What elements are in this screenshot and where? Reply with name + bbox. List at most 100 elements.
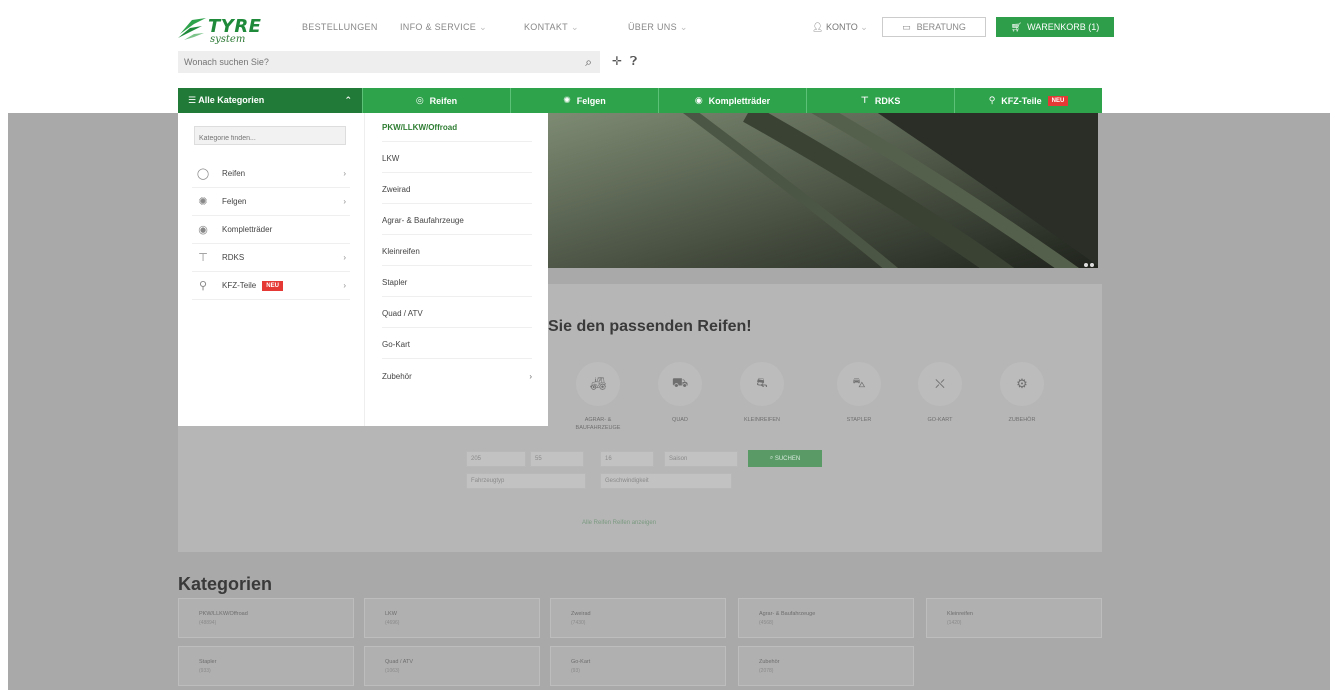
vehicle-label: AGRAR- & BAUFAHRZEUGE (575, 417, 621, 431)
category-nav-felgen[interactable]: ✺ Felgen (511, 88, 659, 113)
hero-banner[interactable] (548, 113, 1098, 268)
dropdown-item-reifen[interactable]: ◯ Reifen › (192, 160, 350, 188)
subcategory-kleinreifen[interactable]: Kleinreifen (382, 238, 532, 266)
rim-icon: ✺ (198, 196, 208, 208)
subcategory-gokart[interactable]: Go-Kart (382, 331, 532, 359)
chevron-down-icon: ⌄ (479, 22, 487, 32)
chevron-down-icon: ⌄ (570, 22, 579, 32)
accessory-icon: ⚙︎ (1016, 376, 1028, 391)
category-card[interactable]: Zweirad (7430) (550, 598, 726, 638)
cart-icon: 🛒︎ (1010, 21, 1023, 32)
speed-select[interactable]: Geschwindigkeit (600, 473, 732, 489)
subcategory-zweirad[interactable]: Zweirad (382, 176, 532, 204)
category-card[interactable]: LKW (4696) (364, 598, 540, 638)
dropdown-item-komplettraeder[interactable]: ◉ Kompletträder (192, 216, 350, 244)
rim-icon: ✺ (563, 95, 571, 105)
hero-tire-image (548, 113, 1098, 268)
vehicle-agrar[interactable]: 🚜︎ (576, 362, 620, 406)
category-card[interactable]: Zubehör (2078) (738, 646, 914, 686)
search-bar: ⌕ (178, 51, 600, 73)
new-badge: NEU (1047, 95, 1069, 106)
nav-ueber-uns[interactable]: ÜBER UNS ⌄ (628, 22, 688, 33)
category-card[interactable]: Go-Kart (93) (550, 646, 726, 686)
vehicle-stapler[interactable]: ⛍ (837, 362, 881, 406)
subcategory-zubehoer[interactable]: Zubehör › (382, 362, 532, 390)
konto-link[interactable]: 👤︎ KONTO ⌄ (812, 22, 868, 33)
brand-logo[interactable]: TYRE system (178, 14, 274, 45)
help-icon[interactable]: ❓︎ (630, 54, 637, 69)
chevron-up-icon: ⌃ (344, 95, 352, 105)
subcategory-agrar[interactable]: Agrar- & Baufahrzeuge (382, 207, 532, 235)
subcategory-stapler[interactable]: Stapler (382, 269, 532, 297)
category-card[interactable]: Agrar- & Baufahrzeuge (4568) (738, 598, 914, 638)
subcategory-pkw[interactable]: PKW/LLKW/Offroad (382, 114, 532, 142)
vehicletype-select[interactable]: Fahrzeugtyp (466, 473, 586, 489)
rim-select[interactable]: 16 (600, 451, 654, 467)
parts-icon: ⚲ (198, 280, 208, 292)
category-card[interactable]: Kleinreifen (1420) (926, 598, 1102, 638)
user-icon: 👤︎ (812, 22, 826, 32)
chat-icon: ▭ (902, 21, 911, 32)
subcategory-lkw[interactable]: LKW (382, 145, 532, 173)
category-nav-reifen[interactable]: ◎ Reifen (363, 88, 511, 113)
chevron-right-icon: › (343, 197, 346, 206)
category-search-input[interactable] (195, 130, 345, 147)
vehicle-label: KLEINREIFEN (743, 417, 781, 423)
all-tires-link[interactable]: Alle Reifen Reifen anzeigen (582, 520, 656, 526)
nav-kontakt[interactable]: KONTAKT ⌄ (524, 22, 579, 33)
sensor-icon: ⊤ (860, 95, 869, 105)
category-card[interactable]: PKW/LLKW/Offroad (48894) (178, 598, 354, 638)
crosshair-icon[interactable]: ✛ (612, 54, 622, 68)
finder-title: Sie den passenden Reifen! (548, 318, 752, 335)
cart-button[interactable]: 🛒︎ WARENKORB (1) (996, 17, 1114, 37)
ratio-select[interactable]: 55 (530, 451, 584, 467)
nav-bestellungen[interactable]: BESTELLUNGEN (302, 22, 378, 32)
search-input[interactable] (178, 51, 568, 73)
tire-icon: ◎ (415, 95, 424, 105)
width-select[interactable]: 205 (466, 451, 526, 467)
quad-icon: ⛟ (671, 375, 689, 390)
vehicle-quad[interactable]: ⛟ (658, 362, 702, 406)
category-nav: ☰ Alle Kategorien ⌃ ◎ Reifen ✺ Felgen ◉ Kom… (178, 88, 1102, 113)
category-nav-komplettraeder[interactable]: ◉ Kompletträder (659, 88, 807, 113)
wheel-icon: ◉ (694, 95, 703, 105)
tire-icon: ◯ (196, 168, 210, 180)
menu-icon: ☰ (188, 95, 199, 105)
vehicle-kleinreifen[interactable]: ⛐ (740, 362, 784, 406)
category-nav-kfz-teile[interactable]: ⚲ KFZ-Teile NEU (955, 88, 1102, 113)
chevron-right-icon: › (343, 281, 346, 290)
subcategory-quad[interactable]: Quad / ATV (382, 300, 532, 328)
chevron-right-icon: › (529, 371, 532, 381)
chevron-right-icon: › (343, 169, 346, 178)
search-icon[interactable]: ⌕ (585, 55, 592, 70)
gokart-icon: ⛌ (935, 376, 945, 391)
chevron-down-icon: ⌄ (679, 22, 688, 32)
sensor-icon: ⊤ (198, 252, 208, 264)
season-select[interactable]: Saison (664, 451, 738, 467)
beratung-button[interactable]: ▭ BERATUNG (882, 17, 986, 37)
nav-info-service[interactable]: INFO & SERVICE ⌄ (400, 22, 487, 33)
forklift-icon: ⛍ (852, 375, 866, 390)
category-card[interactable]: Stapler (933) (178, 646, 354, 686)
smalltire-icon: ⛐ (756, 375, 768, 390)
dropdown-item-rdks[interactable]: ⊤ RDKS › (192, 244, 350, 272)
kategorien-heading: Kategorien (178, 574, 273, 594)
category-card[interactable]: Quad / ATV (1063) (364, 646, 540, 686)
all-categories-toggle[interactable]: ☰ Alle Kategorien ⌃ (178, 88, 363, 113)
vehicle-label: GO-KART (927, 417, 953, 423)
dropdown-item-felgen[interactable]: ✺ Felgen › (192, 188, 350, 216)
vehicle-label: STAPLER (846, 417, 872, 423)
vehicle-label: ZUBEHÖR (1008, 417, 1036, 423)
new-badge: NEU (262, 280, 283, 291)
chevron-right-icon: › (343, 253, 346, 262)
vehicle-gokart[interactable]: ⛌ (918, 362, 962, 406)
dropdown-item-kfz-teile[interactable]: ⚲ KFZ-Teile NEU › (192, 272, 350, 300)
brand-sub: system (210, 34, 246, 45)
vehicle-label: QUAD (672, 417, 688, 423)
finder-search-button[interactable]: ⌕ SUCHEN (748, 450, 822, 467)
logo-swoosh-icon (178, 18, 206, 40)
vehicle-zubehoer[interactable]: ⚙︎ (1000, 362, 1044, 406)
parts-icon: ⚲ (988, 95, 996, 105)
category-nav-rdks[interactable]: ⊤ RDKS (807, 88, 955, 113)
category-search (194, 126, 346, 147)
